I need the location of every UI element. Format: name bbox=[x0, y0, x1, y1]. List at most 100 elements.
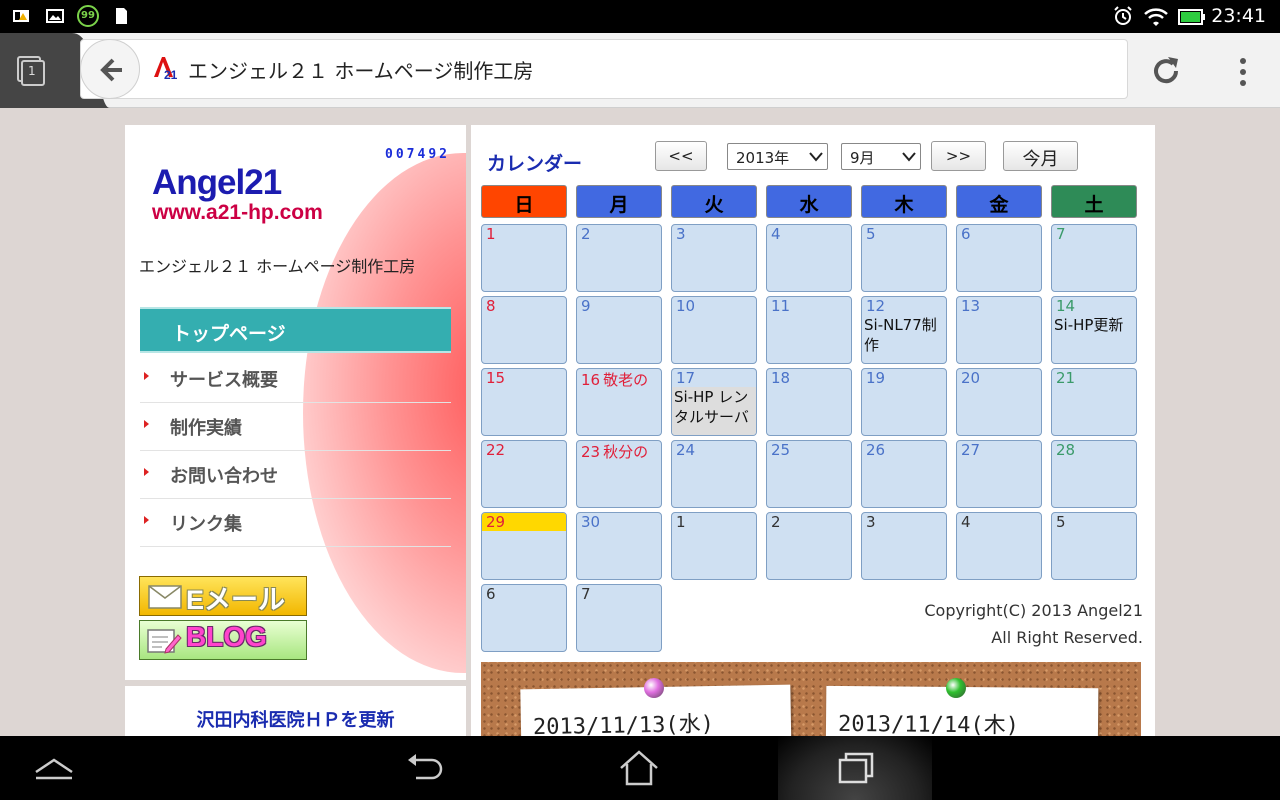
day-number: 28 bbox=[1056, 441, 1076, 459]
event-label[interactable]: Si-NL77制作 bbox=[862, 315, 946, 355]
prev-month-button[interactable]: << bbox=[655, 141, 707, 171]
calendar-day-cell[interactable]: 5 bbox=[1051, 512, 1137, 580]
nav-item-links[interactable]: リンク集 bbox=[140, 499, 451, 547]
calendar-day-cell[interactable]: 8 bbox=[481, 296, 567, 364]
month-select[interactable]: 9月 bbox=[841, 143, 921, 170]
day-number: 7 bbox=[1056, 225, 1066, 243]
nav-item-top[interactable]: トップページ bbox=[140, 307, 451, 353]
day-number: 21 bbox=[1056, 369, 1076, 387]
calendar-day-cell[interactable]: 20 bbox=[956, 368, 1042, 436]
calendar-day-cell[interactable]: 16 敬老の bbox=[576, 368, 662, 436]
calendar-day-cell[interactable]: 11 bbox=[766, 296, 852, 364]
chevron-down-icon bbox=[809, 152, 823, 162]
calendar-day-cell[interactable]: 4 bbox=[956, 512, 1042, 580]
overflow-menu-icon[interactable] bbox=[1226, 55, 1260, 89]
day-number: 5 bbox=[1056, 513, 1066, 531]
calendar-day-cell[interactable]: 2 bbox=[576, 224, 662, 292]
calendar-day-cell[interactable]: 4 bbox=[766, 224, 852, 292]
calendar-day-cell[interactable]: 15 bbox=[481, 368, 567, 436]
note-date: 2013/11/14(木) bbox=[837, 711, 1020, 736]
calendar-day-cell[interactable]: 19 bbox=[861, 368, 947, 436]
calendar-day-cell[interactable]: 5 bbox=[861, 224, 947, 292]
calendar-day-cell[interactable]: 22 bbox=[481, 440, 567, 508]
day-number: 24 bbox=[676, 441, 696, 459]
event-label[interactable]: Si-HP レンタルサーバー bbox=[672, 387, 756, 435]
back-button[interactable] bbox=[80, 39, 140, 99]
nav-label: お問い合わせ bbox=[170, 466, 278, 487]
calendar-day-cell[interactable]: 25 bbox=[766, 440, 852, 508]
calendar-day-cell[interactable]: 13 bbox=[956, 296, 1042, 364]
event-label[interactable]: Si-HP更新 bbox=[1052, 315, 1136, 335]
page-title-url[interactable]: エンジェル２１ ホームページ制作工房 bbox=[188, 55, 533, 84]
calendar-day-cell[interactable]: 1 bbox=[671, 512, 757, 580]
calendar-day-cell[interactable]: 6 bbox=[481, 584, 567, 652]
calendar-day-cell[interactable]: 3 bbox=[861, 512, 947, 580]
nav-item-works[interactable]: 制作実績 bbox=[140, 403, 451, 451]
nav-item-contact[interactable]: お問い合わせ bbox=[140, 451, 451, 499]
bullet-icon bbox=[144, 372, 149, 380]
calendar-title: カレンダー bbox=[487, 153, 583, 175]
svg-text:21: 21 bbox=[164, 68, 178, 81]
reload-icon[interactable] bbox=[1146, 51, 1186, 91]
weekday-header: 金 bbox=[956, 185, 1042, 218]
image-notification-icon bbox=[46, 9, 64, 23]
home-nav-icon[interactable] bbox=[617, 746, 661, 790]
day-number: 7 bbox=[581, 585, 591, 603]
calendar-day-cell[interactable]: 27 bbox=[956, 440, 1042, 508]
cork-board: 2013/11/13(水) 2013/11/14(木) bbox=[481, 662, 1141, 736]
blog-label: BLOG bbox=[186, 621, 267, 652]
weekday-header: 火 bbox=[671, 185, 757, 218]
calendar-day-cell[interactable]: 10 bbox=[671, 296, 757, 364]
weekday-header: 土 bbox=[1051, 185, 1137, 218]
calendar-day-cell[interactable]: 21 bbox=[1051, 368, 1137, 436]
month-value: 9月 bbox=[850, 149, 875, 167]
news-panel: 沢田内科医院ＨＰを更新 bbox=[125, 686, 466, 736]
day-number: 6 bbox=[961, 225, 971, 243]
calendar-day-cell[interactable]: 7 bbox=[1051, 224, 1137, 292]
calendar-day-cell[interactable]: 2 bbox=[766, 512, 852, 580]
day-number: 6 bbox=[486, 585, 496, 603]
calendar-day-cell[interactable]: 7 bbox=[576, 584, 662, 652]
up-chevron-icon[interactable] bbox=[32, 746, 76, 790]
calendar-day-cell[interactable]: 29 bbox=[481, 512, 567, 580]
back-nav-icon[interactable] bbox=[402, 746, 446, 790]
calendar-day-cell[interactable]: 26 bbox=[861, 440, 947, 508]
alarm-icon bbox=[1114, 6, 1132, 25]
logo-title[interactable]: Angel21 bbox=[152, 163, 282, 203]
logo-url[interactable]: www.a21-hp.com bbox=[152, 201, 323, 225]
calendar-day-cell[interactable]: 30 bbox=[576, 512, 662, 580]
recent-apps-icon[interactable] bbox=[834, 746, 878, 790]
wifi-icon bbox=[1144, 8, 1168, 26]
calendar-day-cell[interactable]: 9 bbox=[576, 296, 662, 364]
calendar-day-cell[interactable]: 14 Si-HP更新 bbox=[1051, 296, 1137, 364]
calendar-day-cell[interactable]: 1 bbox=[481, 224, 567, 292]
blog-button[interactable]: BLOG bbox=[139, 620, 307, 660]
pushpin-icon bbox=[644, 678, 664, 698]
calendar-day-cell[interactable]: 24 bbox=[671, 440, 757, 508]
calendar-day-cell[interactable]: 17Si-HP レンタルサーバー bbox=[671, 368, 757, 436]
calendar-day-cell[interactable]: 23 秋分の bbox=[576, 440, 662, 508]
battery-icon bbox=[1178, 9, 1205, 25]
day-number: 25 bbox=[771, 441, 791, 459]
nav-item-service[interactable]: サービス概要 bbox=[140, 355, 451, 403]
day-number: 8 bbox=[486, 297, 496, 315]
news-title[interactable]: 沢田内科医院ＨＰを更新 bbox=[125, 706, 466, 732]
holiday-label: 秋分の bbox=[603, 443, 649, 461]
current-month-button[interactable]: 今月 bbox=[1003, 141, 1078, 171]
copyright: Copyright(C) 2013 Angel21 All Right Rese… bbox=[924, 597, 1143, 651]
calendar-day-cell[interactable]: 28 bbox=[1051, 440, 1137, 508]
calendar-day-cell[interactable]: 3 bbox=[671, 224, 757, 292]
email-button[interactable]: Eメール bbox=[139, 576, 307, 616]
calendar-day-cell[interactable]: 6 bbox=[956, 224, 1042, 292]
calendar-day-cell[interactable]: 12 Si-NL77制作 bbox=[861, 296, 947, 364]
weekday-header: 木 bbox=[861, 185, 947, 218]
next-month-button[interactable]: >> bbox=[931, 141, 986, 171]
day-number: 17 bbox=[676, 369, 696, 387]
day-number: 2 bbox=[771, 513, 781, 531]
year-select[interactable]: 2013年 bbox=[727, 143, 828, 170]
calendar-panel: カレンダー << 2013年 9月 >> 今月 日月火水木金土123456789… bbox=[471, 125, 1155, 736]
day-number: 1 bbox=[676, 513, 686, 531]
day-number: 27 bbox=[961, 441, 981, 459]
web-content: 007492 Angel21 www.a21-hp.com エンジェル２１ ホー… bbox=[0, 108, 1280, 736]
calendar-day-cell[interactable]: 18 bbox=[766, 368, 852, 436]
